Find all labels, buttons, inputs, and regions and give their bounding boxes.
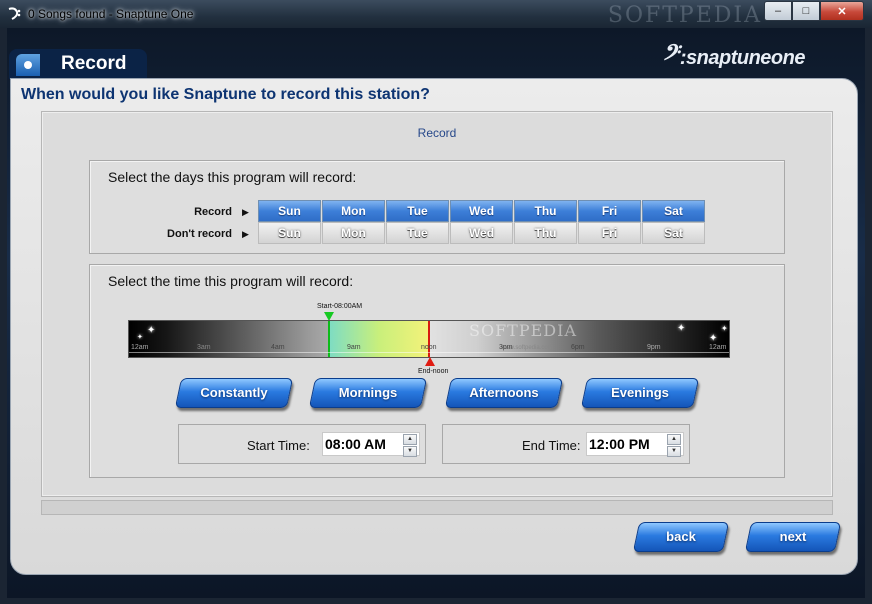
spin-down-icon[interactable]: ▼	[667, 446, 681, 457]
end-time-spinner[interactable]: ▲ ▼	[667, 434, 681, 457]
start-time-spinner[interactable]: ▲ ▼	[403, 434, 417, 457]
record-row-label: Record	[194, 206, 232, 218]
dont-record-day-wed[interactable]: Wed	[450, 222, 513, 244]
record-row-arrow-icon: ▶	[242, 207, 249, 217]
tick-label: 12am	[709, 344, 727, 351]
end-marker-handle-icon[interactable]	[425, 357, 435, 366]
dont-record-row-arrow-icon: ▶	[242, 229, 249, 239]
start-time-box: Start Time: 08:00 AM ▲ ▼	[178, 424, 426, 464]
days-section-label: Select the days this program will record…	[108, 169, 357, 185]
end-marker-label: End-noon	[418, 368, 449, 375]
record-day-wed[interactable]: Wed	[450, 200, 513, 222]
sparkle-icon: ✦	[721, 324, 728, 333]
sparkle-icon: ✦	[137, 334, 143, 341]
time-range-timeline[interactable]: SOFTPEDIA www.softpedia.com ✦ ✦ ✦ ✦ ✦ 12…	[128, 320, 730, 358]
record-day-sat[interactable]: Sat	[642, 200, 705, 222]
spin-up-icon[interactable]: ▲	[403, 434, 417, 445]
time-section: Select the time this program will record…	[89, 264, 785, 478]
tick-label: 3pm	[499, 344, 513, 351]
back-button[interactable]: back	[632, 522, 730, 552]
record-panel: Record Select the days this program will…	[41, 111, 833, 497]
tick-label: noon	[421, 344, 437, 351]
record-day-sun[interactable]: Sun	[258, 200, 321, 222]
days-section: Select the days this program will record…	[89, 160, 785, 254]
tab-bullet-icon	[16, 54, 40, 76]
record-day-fri[interactable]: Fri	[578, 200, 641, 222]
dont-record-days-row: Sun Mon Tue Wed Thu Fri Sat	[258, 222, 706, 244]
maximize-button[interactable]: □	[792, 1, 820, 21]
record-day-mon[interactable]: Mon	[322, 200, 385, 222]
tick-label: 3am	[197, 344, 211, 351]
snaptune-app-icon	[8, 7, 21, 20]
close-button[interactable]: ✕	[820, 1, 864, 21]
tick-label: 9pm	[647, 344, 661, 351]
sparkle-icon: ✦	[147, 325, 156, 336]
spin-up-icon[interactable]: ▲	[667, 434, 681, 445]
preset-afternoons-button[interactable]: Afternoons	[444, 378, 564, 408]
tab-record-label: Record	[61, 53, 127, 74]
start-time-value: 08:00 AM	[325, 436, 386, 452]
snaptune-logo: 𝄢:snaptuneone	[661, 40, 806, 70]
end-time-label: End Time:	[522, 438, 581, 453]
softpedia-watermark: SOFTPEDIA	[607, 3, 762, 28]
tick-label: 12am	[131, 344, 149, 351]
sparkle-icon: ✦	[709, 333, 718, 344]
start-time-field[interactable]: 08:00 AM ▲ ▼	[322, 432, 420, 457]
record-days-row: Sun Mon Tue Wed Thu Fri Sat	[258, 200, 706, 222]
title-bar: 0 Songs found - Snaptune One SOFTPEDIA –…	[0, 0, 872, 28]
tick-label: 4am	[271, 344, 285, 351]
tick-label: 9am	[347, 344, 361, 351]
dont-record-day-fri[interactable]: Fri	[578, 222, 641, 244]
main-panel: When would you like Snaptune to record t…	[10, 78, 858, 575]
app-frame: 𝄢:snaptuneone Record When would you like…	[7, 28, 865, 598]
end-time-box: End Time: 12:00 PM ▲ ▼	[442, 424, 690, 464]
minimize-button[interactable]: –	[764, 1, 792, 21]
tick-label: 6pm	[571, 344, 585, 351]
timeline-watermark: SOFTPEDIA	[469, 321, 577, 340]
dont-record-day-mon[interactable]: Mon	[322, 222, 385, 244]
next-button[interactable]: next	[744, 522, 842, 552]
window-title: 0 Songs found - Snaptune One	[28, 7, 194, 21]
time-section-label: Select the time this program will record…	[108, 273, 354, 289]
record-day-thu[interactable]: Thu	[514, 200, 577, 222]
status-strip	[41, 500, 833, 515]
start-marker-label: Start-08:00AM	[317, 303, 363, 310]
preset-constantly-button[interactable]: Constantly	[174, 378, 294, 408]
sparkle-icon: ✦	[677, 323, 686, 334]
page-question: When would you like Snaptune to record t…	[21, 86, 430, 103]
end-time-value: 12:00 PM	[589, 436, 650, 452]
preset-mornings-button[interactable]: Mornings	[308, 378, 428, 408]
dont-record-day-sun[interactable]: Sun	[258, 222, 321, 244]
end-time-field[interactable]: 12:00 PM ▲ ▼	[586, 432, 684, 457]
spin-down-icon[interactable]: ▼	[403, 446, 417, 457]
dont-record-day-sat[interactable]: Sat	[642, 222, 705, 244]
dont-record-day-thu[interactable]: Thu	[514, 222, 577, 244]
preset-evenings-button[interactable]: Evenings	[580, 378, 700, 408]
start-time-label: Start Time:	[247, 438, 310, 453]
dont-record-row-label: Don't record	[167, 228, 232, 240]
dont-record-day-tue[interactable]: Tue	[386, 222, 449, 244]
record-panel-title: Record	[417, 126, 457, 140]
tab-record: Record	[9, 49, 147, 79]
record-day-tue[interactable]: Tue	[386, 200, 449, 222]
